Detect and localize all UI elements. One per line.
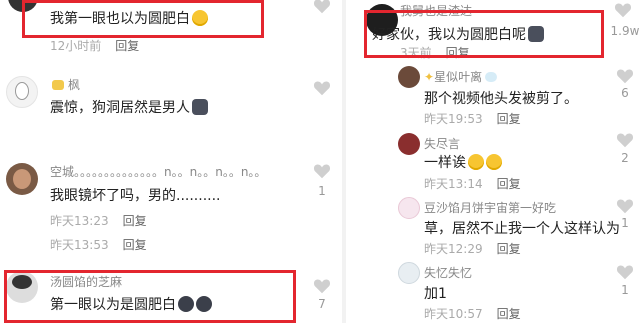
comment-text: 我眼镜坏了吗，男的.......... <box>50 188 221 204</box>
badge-icon <box>52 80 64 90</box>
reply-button[interactable]: 回复 <box>497 177 521 191</box>
reply-button[interactable]: 回复 <box>497 242 521 256</box>
comment-time: 昨天13:23 <box>50 214 109 228</box>
dark-face-emoji-icon <box>196 296 212 312</box>
avatar[interactable] <box>6 163 38 195</box>
comment-meta: 昨天13:23 回复 <box>50 212 147 229</box>
comment-username[interactable]: 我舅也是渣达 <box>400 2 472 19</box>
like-count: 1 <box>621 283 629 297</box>
comment-username[interactable]: 汤圆馅的芝麻 <box>50 273 122 290</box>
like-heart-icon[interactable] <box>616 264 634 280</box>
comment-text: 一样诶 <box>424 152 502 172</box>
like-heart-icon[interactable] <box>313 278 331 294</box>
comment-meta: 昨天19:53 回复 <box>424 110 521 127</box>
comment-text: 草，居然不止我一个人这样认为 <box>424 221 620 237</box>
like-count: 1 <box>621 216 629 230</box>
comment-meta: 12小时前 回复 <box>50 37 139 54</box>
avatar[interactable] <box>398 197 420 219</box>
like-count: 2 <box>621 151 629 165</box>
dizzy-face-emoji-icon <box>468 154 484 170</box>
like-heart-icon[interactable] <box>313 0 331 14</box>
husky-dog-emoji-icon <box>192 99 208 115</box>
comment-time: 昨天13:14 <box>424 177 483 191</box>
comment-meta: 3天前 回复 <box>400 44 470 61</box>
badge-icon <box>485 72 498 82</box>
reply-button[interactable]: 回复 <box>497 112 521 126</box>
reply-button[interactable]: 回复 <box>123 214 147 228</box>
like-count: 6 <box>621 86 629 100</box>
comment-text: 震惊，狗洞居然是男人 <box>50 97 208 117</box>
comment-time: 12小时前 <box>50 39 102 53</box>
comment-text: 第一眼以为是圆肥白 <box>50 294 212 314</box>
comment-time: 昨天12:29 <box>424 242 483 256</box>
left-comment-panel: 我第一眼也以为圆肥白 12小时前 回复 枫 震惊，狗洞居然是男人 空城。。。。。。… <box>0 0 342 323</box>
like-heart-icon[interactable] <box>616 68 634 84</box>
laughing-face-emoji-icon <box>486 154 502 170</box>
comment-username[interactable]: 空城。。。。。。。。。。。。。。n。。n。。n。。n。。 <box>50 163 266 180</box>
comment-text: 加1 <box>424 286 447 302</box>
dizzy-face-emoji-icon <box>192 10 208 26</box>
comment-username[interactable]: 失忆失忆 <box>424 264 472 281</box>
dark-face-emoji-icon <box>178 296 194 312</box>
reply-button[interactable]: 回复 <box>123 238 147 252</box>
like-heart-icon[interactable] <box>313 163 331 179</box>
reply-button[interactable]: 回复 <box>497 307 521 321</box>
comment-username[interactable]: 枫 <box>50 76 80 93</box>
like-count: 7 <box>318 297 326 311</box>
reply-button[interactable]: 回复 <box>446 46 470 60</box>
right-comment-panel: 我舅也是渣达 好家伙，我以为圆肥白呢 3天前 回复 1.9w ✦星似叶离 那个视频… <box>346 0 640 323</box>
like-heart-icon[interactable] <box>616 198 634 214</box>
comment-time: 3天前 <box>400 46 432 60</box>
comment-time: 昨天19:53 <box>424 112 483 126</box>
comment-meta: 昨天10:57 回复 <box>424 305 521 322</box>
like-heart-icon[interactable] <box>616 132 634 148</box>
comment-time: 昨天13:53 <box>50 238 109 252</box>
comment-text: 好家伙，我以为圆肥白呢 <box>372 24 544 44</box>
avatar[interactable] <box>6 271 38 303</box>
star-icon: ✦ <box>424 70 435 84</box>
comment-username[interactable]: 豆沙馅月饼宇宙第一好吃 <box>424 199 556 216</box>
comment-text: 那个视频他头发被剪了。 <box>424 91 578 107</box>
avatar[interactable] <box>8 0 38 12</box>
comment-meta: 昨天13:53 回复 <box>50 236 147 253</box>
comment-time: 昨天10:57 <box>424 307 483 321</box>
avatar[interactable] <box>398 262 420 284</box>
like-heart-icon[interactable] <box>313 80 331 96</box>
like-count: 1 <box>318 184 326 198</box>
husky-dog-emoji-icon <box>528 26 544 42</box>
avatar[interactable] <box>398 133 420 155</box>
comment-text: 我第一眼也以为圆肥白 <box>50 8 208 28</box>
like-count: 1.9w <box>610 24 640 38</box>
avatar[interactable] <box>398 66 420 88</box>
like-heart-icon[interactable] <box>614 2 632 18</box>
reply-button[interactable]: 回复 <box>115 39 139 53</box>
comment-username[interactable]: ✦星似叶离 <box>424 68 498 85</box>
comment-username[interactable]: 失尽言 <box>424 135 460 152</box>
comment-meta: 昨天12:29 回复 <box>424 240 521 257</box>
avatar[interactable] <box>6 76 38 108</box>
comment-meta: 昨天13:14 回复 <box>424 175 521 192</box>
